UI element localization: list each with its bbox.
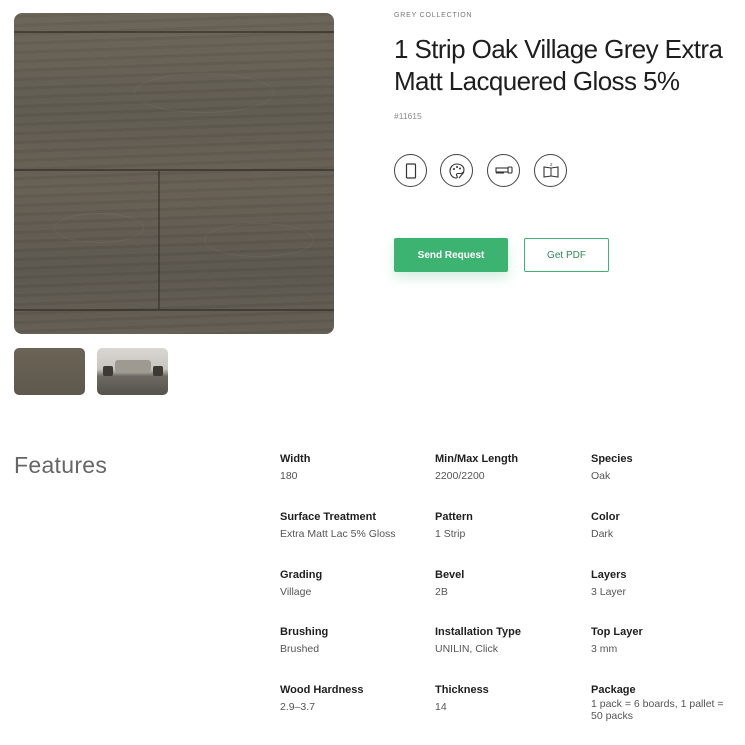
feature-label: Brushing — [280, 626, 329, 638]
feature-value: 180 — [280, 470, 298, 482]
product-title: 1 Strip Oak Village Grey Extra Matt Lacq… — [394, 34, 723, 96]
wood-grain — [54, 213, 144, 243]
thumbnail-room[interactable] — [97, 348, 168, 395]
feature-brushing: Brushing Brushed — [280, 626, 430, 655]
feature-value: 3 Layer — [591, 586, 627, 598]
feature-value: Village — [280, 586, 312, 598]
plank-line — [14, 169, 334, 171]
feature-color: Color Dark — [591, 511, 741, 540]
feature-width: Width 180 — [280, 453, 430, 482]
feature-wood-hardness: Wood Hardness 2.9–3.7 — [280, 684, 430, 713]
room-chair — [103, 366, 113, 376]
feature-value: 1 Strip — [435, 528, 466, 540]
feature-value: Extra Matt Lac 5% Gloss — [280, 528, 396, 540]
feature-value: 14 — [435, 701, 447, 713]
feature-installation-type: Installation Type UNILIN, Click — [435, 626, 585, 655]
feature-value: Oak — [591, 470, 611, 482]
feature-length: Min/Max Length 2200/2200 — [435, 453, 585, 482]
plank-line — [14, 309, 334, 311]
feature-label: Grading — [280, 569, 323, 581]
feature-label: Top Layer — [591, 626, 643, 638]
feature-value: Brushed — [280, 643, 320, 655]
feature-value: 2200/2200 — [435, 470, 485, 482]
thumbnail-floor[interactable] — [14, 348, 85, 395]
wood-grain — [204, 223, 314, 257]
room-chair — [153, 366, 163, 376]
feature-label: Installation Type — [435, 626, 521, 638]
features-heading: Features — [14, 452, 108, 478]
feature-label: Species — [591, 453, 633, 465]
feature-label: Pattern — [435, 511, 473, 523]
plank-icon[interactable] — [394, 154, 427, 187]
svg-text:2: 2 — [550, 162, 553, 167]
product-main-image[interactable] — [14, 13, 334, 334]
feature-label: Width — [280, 453, 311, 465]
feature-label: Thickness — [435, 684, 489, 696]
palette-icon[interactable] — [440, 154, 473, 187]
feature-label: Surface Treatment — [280, 511, 376, 523]
plank-line — [14, 31, 334, 33]
feature-species: Species Oak — [591, 453, 741, 482]
feature-top-layer: Top Layer 3 mm — [591, 626, 741, 655]
feature-label: Color — [591, 511, 620, 523]
feature-label: Package — [591, 684, 636, 696]
feature-layers: Layers 3 Layer — [591, 569, 741, 598]
feature-value: UNILIN, Click — [435, 643, 499, 655]
feature-value: Dark — [591, 528, 614, 540]
send-request-button[interactable]: Send Request — [394, 238, 508, 272]
feature-label: Wood Hardness — [280, 684, 364, 696]
feature-label: Min/Max Length — [435, 453, 519, 465]
feature-grading: Grading Village — [280, 569, 430, 598]
feature-label: Bevel — [435, 569, 465, 581]
feature-thickness: Thickness 14 — [435, 684, 585, 713]
feature-value: 3 mm — [591, 643, 618, 655]
feature-label: Layers — [591, 569, 627, 581]
feature-pattern: Pattern 1 Strip — [435, 511, 585, 540]
feature-value: 2B — [435, 586, 448, 598]
room-sofa — [115, 360, 151, 372]
feature-value: 2.9–3.7 — [280, 701, 316, 713]
feature-bevel: Bevel 2B — [435, 569, 585, 598]
feature-value: 1 pack = 6 boards, 1 pallet = 50 packs — [591, 698, 724, 722]
feature-package: Package 1 pack = 6 boards, 1 pallet = 50… — [591, 684, 736, 722]
saw-icon[interactable] — [487, 154, 520, 187]
get-pdf-button[interactable]: Get PDF — [524, 238, 609, 272]
book-icon[interactable]: 2 — [534, 154, 567, 187]
plank-seam — [158, 171, 160, 309]
wood-grain — [134, 73, 274, 113]
collection-label: GREY COLLECTION — [394, 12, 473, 19]
product-sku: #11615 — [394, 111, 422, 121]
feature-surface-treatment: Surface Treatment Extra Matt Lac 5% Glos… — [280, 511, 430, 540]
